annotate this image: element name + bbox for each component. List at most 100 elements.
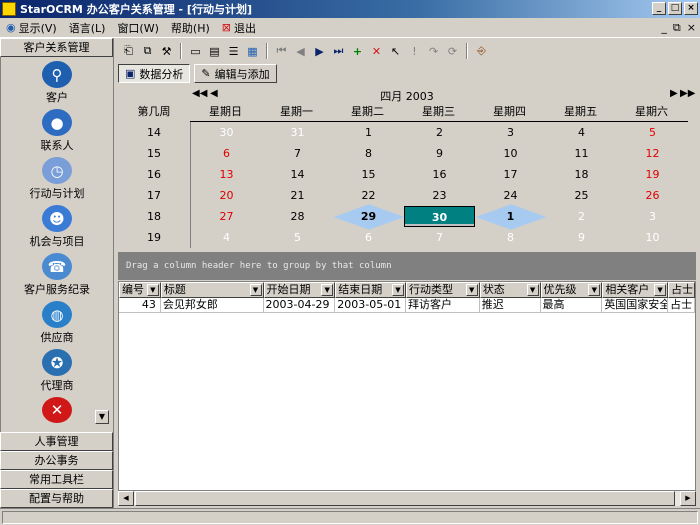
sidebar-group-hr[interactable]: 人事管理 <box>0 432 113 451</box>
column-header[interactable]: 结束日期 ▼ <box>335 282 406 298</box>
calendar-day[interactable]: 1 <box>475 206 546 227</box>
calendar-day[interactable]: 14 <box>262 164 333 185</box>
column-header[interactable]: 标题 ▼ <box>160 282 264 298</box>
calendar-day[interactable]: 3 <box>475 122 546 143</box>
calendar-day[interactable]: 3 <box>617 206 688 227</box>
calendar-day[interactable]: 6 <box>333 227 404 248</box>
redo-icon[interactable]: ↷ <box>425 43 442 60</box>
calendar-day[interactable]: 15 <box>333 164 404 185</box>
menu-exit[interactable]: ⊠ 退出 <box>216 19 262 37</box>
calendar-day[interactable]: 8 <box>333 143 404 164</box>
calendar-day[interactable]: 11 <box>546 143 617 164</box>
calendar-day[interactable]: 30 <box>191 122 262 143</box>
mdi-restore-button[interactable]: ⧉ <box>673 21 681 35</box>
calendar-day[interactable]: 17 <box>475 164 546 185</box>
column-header[interactable]: 占士 <box>668 282 695 298</box>
calendar-day[interactable]: 4 <box>546 122 617 143</box>
calendar-day[interactable]: 10 <box>475 143 546 164</box>
calendar-day[interactable]: 10 <box>617 227 688 248</box>
column-header[interactable]: 相关客户 ▼ <box>602 282 669 298</box>
last-record-icon[interactable]: ⏭ <box>330 43 347 60</box>
sidebar-item-agent[interactable]: ✪ 代理商 <box>1 345 113 393</box>
group-by-panel[interactable]: Drag a column header here to group by th… <box>118 252 696 280</box>
column-filter-dropdown-icon[interactable]: ▼ <box>526 284 539 296</box>
menu-help[interactable]: 帮助(H) <box>165 19 216 37</box>
calendar-day[interactable]: 24 <box>475 185 546 206</box>
calendar-day[interactable]: 20 <box>191 185 262 206</box>
exclamation-icon[interactable]: ! <box>406 43 423 60</box>
sidebar-header[interactable]: 客户关系管理 <box>0 38 113 57</box>
calendar-day[interactable]: 19 <box>617 164 688 185</box>
menu-language[interactable]: 语言(L) <box>63 19 112 37</box>
calendar-day[interactable]: 26 <box>617 185 688 206</box>
sidebar-group-config[interactable]: 配置与帮助 <box>0 489 113 508</box>
tab-edit-add[interactable]: ✎ 编辑与添加 <box>194 64 277 83</box>
scroll-right-button[interactable]: ▶ <box>680 491 696 506</box>
calendar-day-selected[interactable]: 30 <box>404 206 475 227</box>
calendar-day[interactable]: 7 <box>262 143 333 164</box>
column-header[interactable]: 编号 ▼ <box>119 282 161 298</box>
table-row[interactable]: 43 会见邦女郎 2003-04-29 2003-05-01 拜访客户 推迟 最高 英国国家安… <box>119 298 695 313</box>
sidebar-scroll-down-button[interactable]: ▼ <box>95 410 109 424</box>
calendar-day[interactable]: 22 <box>333 185 404 206</box>
maximize-button[interactable]: □ <box>668 2 682 15</box>
calendar-day[interactable]: 16 <box>404 164 475 185</box>
first-record-icon[interactable]: ⏮ <box>273 43 290 60</box>
sidebar-item-supplier[interactable]: ◍ 供应商 <box>1 297 113 345</box>
scroll-thumb[interactable] <box>135 491 675 506</box>
mdi-minimize-button[interactable]: _ <box>661 21 667 35</box>
sidebar-item-contact[interactable]: ● 联系人 <box>1 105 113 153</box>
column-filter-dropdown-icon[interactable]: ▼ <box>465 284 478 296</box>
calendar-day[interactable]: 31 <box>262 122 333 143</box>
menu-window[interactable]: 窗口(W) <box>111 19 164 37</box>
sidebar-group-tools[interactable]: 常用工具栏 <box>0 470 113 489</box>
sidebar-group-office[interactable]: 办公事务 <box>0 451 113 470</box>
refresh-icon[interactable]: ⟳ <box>444 43 461 60</box>
open-icon[interactable]: ⎗ <box>120 43 137 60</box>
column-filter-dropdown-icon[interactable]: ▼ <box>392 284 404 296</box>
sidebar-item-opportunity[interactable]: ☻ 机会与项目 <box>1 201 113 249</box>
column-header[interactable]: 行动类型 ▼ <box>406 282 480 298</box>
calendar-day[interactable]: 25 <box>546 185 617 206</box>
calendar-day[interactable]: 23 <box>404 185 475 206</box>
horizontal-scrollbar[interactable]: ◀ ▶ <box>118 490 696 506</box>
calendar-day[interactable]: 5 <box>617 122 688 143</box>
mdi-close-button[interactable]: × <box>687 21 696 35</box>
calendar-day[interactable]: 5 <box>262 227 333 248</box>
next-year-button[interactable]: ▶▶ <box>680 88 695 102</box>
column-filter-dropdown-icon[interactable]: ▼ <box>146 284 159 296</box>
menu-view[interactable]: ◉ 显示(V) <box>0 19 63 37</box>
scroll-left-button[interactable]: ◀ <box>118 491 134 506</box>
calendar-day[interactable]: 21 <box>262 185 333 206</box>
screen-icon[interactable]: ▭ <box>187 43 204 60</box>
exit-door-icon[interactable]: ⎆ <box>473 43 490 60</box>
calendar-day[interactable]: 18 <box>546 164 617 185</box>
minimize-button[interactable]: _ <box>652 2 666 15</box>
column-filter-dropdown-icon[interactable]: ▼ <box>249 284 262 296</box>
next-record-icon[interactable]: ▶ <box>311 43 328 60</box>
calendar-day[interactable]: 29 <box>333 206 404 227</box>
copy-icon[interactable]: ⧉ <box>139 43 156 60</box>
calendar-day[interactable]: 12 <box>617 143 688 164</box>
next-month-button[interactable]: ▶ <box>670 88 678 102</box>
column-filter-dropdown-icon[interactable]: ▼ <box>321 284 334 296</box>
calendar-day[interactable]: 9 <box>404 143 475 164</box>
calendar-day[interactable]: 7 <box>404 227 475 248</box>
grid-icon[interactable]: ▦ <box>244 43 261 60</box>
calendar-day[interactable]: 9 <box>546 227 617 248</box>
calendar-day[interactable]: 8 <box>475 227 546 248</box>
prev-record-icon[interactable]: ◀ <box>292 43 309 60</box>
sidebar-item-service[interactable]: ☎ 客户服务纪录 <box>1 249 113 297</box>
calendar-day[interactable]: 6 <box>191 143 262 164</box>
sidebar-item-actions[interactable]: ◷ 行动与计划 <box>1 153 113 201</box>
column-header[interactable]: 优先级 ▼ <box>540 282 603 298</box>
delete-icon[interactable]: ✕ <box>368 43 385 60</box>
report-icon[interactable]: ▤ <box>206 43 223 60</box>
calendar-day[interactable]: 1 <box>333 122 404 143</box>
calendar-day[interactable]: 27 <box>191 206 262 227</box>
calendar-day[interactable]: 13 <box>191 164 262 185</box>
list-icon[interactable]: ☰ <box>225 43 242 60</box>
column-header[interactable]: 开始日期 ▼ <box>263 282 336 298</box>
calendar-day[interactable]: 4 <box>191 227 262 248</box>
pointer-icon[interactable]: ↖ <box>387 43 404 60</box>
